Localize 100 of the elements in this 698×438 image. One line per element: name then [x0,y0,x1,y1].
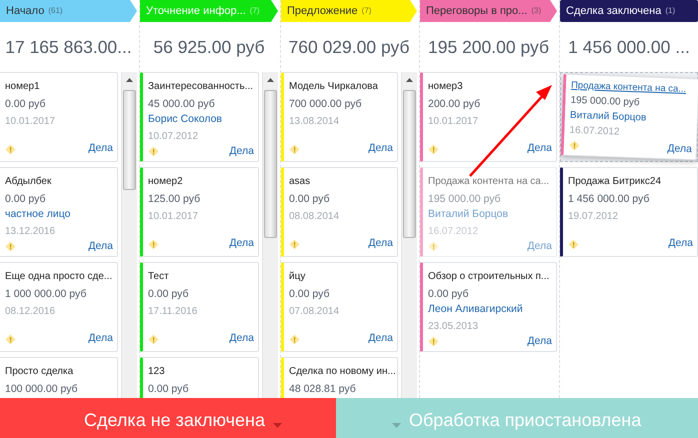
stage-header[interactable]: Предложение (7) [281,0,417,22]
deal-card[interactable]: Просто сделка 100 000.00 руб [0,357,118,398]
deal-title[interactable]: 123 [148,364,254,379]
tasks-link[interactable]: Дела [667,141,692,158]
deal-date: 16.07.2012 [428,225,480,239]
deal-card[interactable]: asas 0.00 руб 08.08.2014 Дела [281,167,398,257]
scrollbar-thumb[interactable] [264,90,277,238]
scroll-up-icon[interactable] [267,78,274,82]
tasks-link[interactable]: Дела [668,236,693,252]
deal-title[interactable]: asas [289,174,393,189]
deal-amount: 0.00 руб [148,382,190,397]
deal-title[interactable]: Обзор о строительных п... [428,269,552,284]
deal-title[interactable]: Продажа контента на са... [428,174,552,189]
deal-title[interactable]: Продажа Битрикс24 [568,174,693,189]
tasks-link[interactable]: Дела [368,331,393,347]
deal-date: 10.07.2012 [148,130,200,144]
tasks-link[interactable]: Дела [368,141,393,157]
deal-card[interactable]: Продажа Битрикс24 1 456 000.00 руб 19.07.2012 Дела [560,167,698,257]
deal-title[interactable]: Еще одна просто сде... [5,269,113,284]
scroll-up-icon[interactable] [406,78,413,82]
stage-count: (7) [250,5,260,17]
deal-card[interactable]: Модель Чиркалова 700 000.00 руб 13.08.2014 Дела [281,72,398,162]
deal-card[interactable]: Тест 0.00 руб 17.11.2016 Дела [140,262,259,352]
deal-title[interactable]: номер3 [428,79,552,94]
tasks-link[interactable]: Дела [88,239,113,255]
deal-amount: 1 000 000.00 руб [5,287,88,302]
deal-card[interactable]: номер2 125.00 руб 10.01.2017 Дела [140,167,259,257]
tasks-link[interactable]: Дела [229,144,254,160]
deal-card[interactable]: Обзор о строительных п... 0.00 руб Леон Аливагирский 23.05.2013 Дела [420,262,557,352]
scrollbar[interactable] [121,72,137,398]
deal-title[interactable]: Просто сделка [5,364,113,379]
deal-title[interactable]: йцу [289,269,393,284]
stage-total: 17 165 863.00... [5,36,132,59]
deal-amount: 0.00 руб [289,192,330,207]
deal-card[interactable]: Абдылбек 0.00 руб частное лицо 13.12.2016 Дела [0,167,118,257]
deal-amount: 200.00 руб [428,97,482,112]
scrollbar[interactable] [262,72,278,398]
deal-card[interactable]: Заинтересованность... 45 000.00 руб Борис Соколов 10.07.2012 Дела [140,72,259,162]
scroll-up-icon[interactable] [126,78,133,82]
deal-card[interactable]: Еще одна просто сде... 1 000 000.00 руб 08.12.2016 Дела [0,262,118,352]
deal-amount: 100 000.00 руб [5,382,79,397]
warning-icon [5,241,16,252]
deal-card[interactable]: номер1 0.00 руб 10.01.2017 Дела [0,72,118,162]
deal-card[interactable]: Продажа контента на са... 195 000.00 руб Виталий Борцов 16.07.2012 Дела [420,167,557,257]
deal-title[interactable]: Модель Чиркалова [289,79,393,94]
deal-card[interactable]: номер3 200.00 руб 10.01.2017 Дела [420,72,557,162]
deal-title[interactable]: номер2 [148,174,254,189]
stage-header[interactable]: Переговоры в про... (3) [420,0,557,22]
warning-icon [289,238,300,250]
scrollbar[interactable] [401,72,417,398]
deal-title[interactable]: Тест [148,269,254,284]
stage-total: 760 029.00 руб [288,36,410,59]
tasks-link[interactable]: Дела [229,331,254,347]
stage-count: (7) [362,5,372,17]
deal-date: 07.08.2014 [289,305,340,319]
caret-icon [272,423,282,428]
scrollbar-thumb[interactable] [403,90,416,238]
deal-date: 08.12.2016 [5,305,56,319]
warning-icon [289,144,300,155]
deal-amount: 700 000.00 руб [289,97,363,112]
tasks-link[interactable]: Дела [527,141,552,157]
contact-link[interactable]: Леон Аливагирский [428,302,552,317]
deal-date: 23.05.2013 [428,320,480,334]
stage-header[interactable]: Сделка заключена (1) [560,0,698,22]
tasks-link[interactable]: Дела [527,334,552,350]
stage-title: Предложение [287,4,358,19]
tasks-link[interactable]: Дела [368,236,393,252]
stage-total: 56 925.00 руб [153,36,265,59]
warning-icon [428,241,439,252]
deal-card[interactable]: йцу 0.00 руб 07.08.2014 Дела [281,262,398,352]
tasks-link[interactable]: Дела [88,331,113,347]
deal-card[interactable]: Сделка по новому ин... 48 028.81 руб [281,357,398,398]
deal-amount: 0.00 руб [5,97,46,112]
deal-title[interactable]: Заинтересованность... [148,79,254,94]
warning-icon [148,334,159,345]
tasks-link[interactable]: Дела [88,141,113,157]
stage-count: (3) [531,5,542,17]
deal-card[interactable]: Продажа контента на са... 195 000.00 руб Виталий Борцов 16.07.2012 Дела [560,74,698,160]
deal-date: 19.07.2012 [568,210,620,224]
deal-title[interactable]: Абдылбек [5,174,113,189]
deal-amount: 45 000.00 руб [148,97,216,112]
warning-icon [428,144,439,155]
deal-title[interactable]: номер1 [5,79,113,94]
deal-date: 08.08.2014 [289,210,340,224]
deal-title[interactable]: Сделка по новому ин... [289,364,393,379]
warning-icon [289,334,300,345]
contact-link[interactable]: частное лицо [5,207,113,222]
stage-total: 195 200.00 руб [428,36,549,59]
deal-card[interactable]: 123 0.00 руб [140,357,259,398]
deal-date: 10.01.2017 [5,115,56,129]
contact-link[interactable]: Борис Соколов [148,112,254,127]
deal-amount: 48 028.81 руб [289,382,357,397]
warning-icon [148,146,159,158]
stage-title: Начало [6,4,44,19]
stage-header[interactable]: Начало (61) [0,0,137,22]
deal-date: 17.11.2016 [148,305,198,319]
tasks-link[interactable]: Дела [229,236,254,252]
warning-icon [568,238,579,250]
scrollbar-thumb[interactable] [123,90,136,190]
warning-icon [5,334,16,345]
